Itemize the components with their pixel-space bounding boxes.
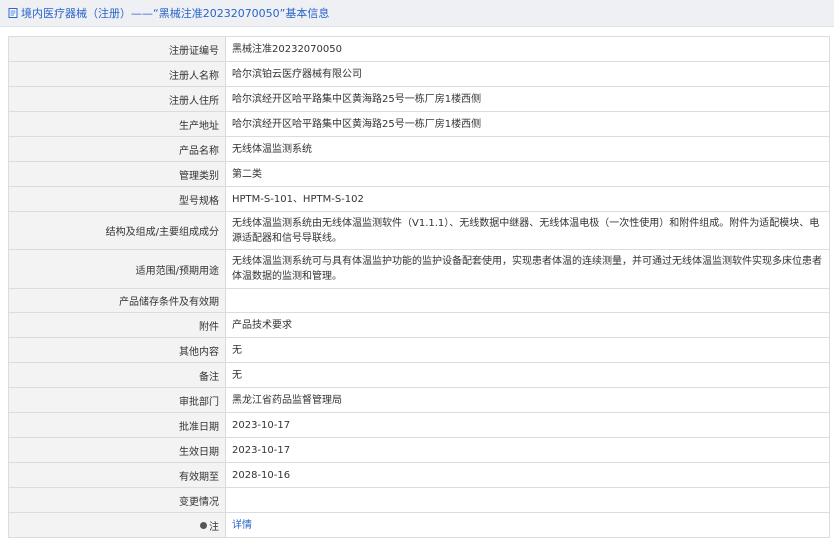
row-label: 变更情况: [8, 487, 226, 513]
row-label: 注册证编号: [8, 36, 226, 62]
row-label: 适用范围/预期用途: [8, 249, 226, 289]
row-value: 2028-10-16: [225, 462, 830, 488]
row-label: 审批部门: [8, 387, 226, 413]
row-label: 备注: [8, 362, 226, 388]
page-header: 境内医疗器械（注册）——“黑械注准20232070050”基本信息: [0, 0, 834, 27]
row-value: 第二类: [225, 161, 830, 187]
info-table: 注册证编号 黑械注准20232070050 注册人名称 哈尔滨铂云医疗器械有限公…: [8, 36, 830, 538]
row-label: 生产地址: [8, 111, 226, 137]
details-link[interactable]: 详情: [232, 520, 252, 531]
row-value: 无: [225, 337, 830, 363]
row-value: 无线体温监测系统由无线体温监测软件（V1.1.1）、无线数据中继器、无线体温电极…: [225, 211, 830, 250]
row-label: 产品名称: [8, 136, 226, 162]
row-label: 批准日期: [8, 412, 226, 438]
document-icon: [8, 8, 18, 18]
row-label: 附件: [8, 312, 226, 338]
note-label: 注: [8, 512, 226, 538]
row-value: 黑械注准20232070050: [225, 36, 830, 62]
table-row: 注 详情: [8, 512, 830, 538]
row-label: 其他内容: [8, 337, 226, 363]
row-label: 注册人名称: [8, 61, 226, 87]
row-value: 无线体温监测系统可与具有体温监护功能的监护设备配套使用，实现患者体温的连续测量，…: [225, 249, 830, 289]
page-title: 境内医疗器械（注册）——“黑械注准20232070050”基本信息: [21, 7, 330, 20]
row-label: 生效日期: [8, 437, 226, 463]
row-value: 2023-10-17: [225, 412, 830, 438]
table-row: 管理类别 第二类: [8, 161, 830, 187]
table-row: 变更情况: [8, 487, 830, 513]
table-row: 注册证编号 黑械注准20232070050: [8, 36, 830, 62]
row-value: HPTM-S-101、HPTM-S-102: [225, 186, 830, 212]
table-row: 注册人名称 哈尔滨铂云医疗器械有限公司: [8, 61, 830, 87]
table-row: 产品储存条件及有效期: [8, 288, 830, 313]
row-value: 2023-10-17: [225, 437, 830, 463]
row-label: 型号规格: [8, 186, 226, 212]
row-label: 管理类别: [8, 161, 226, 187]
row-value: 产品技术要求: [225, 312, 830, 338]
table-row: 有效期至 2028-10-16: [8, 462, 830, 488]
table-row: 生产地址 哈尔滨经开区哈平路集中区黄海路25号一栋厂房1楼西侧: [8, 111, 830, 137]
row-value: 无线体温监测系统: [225, 136, 830, 162]
pin-icon: [200, 522, 207, 529]
table-row: 备注 无: [8, 362, 830, 388]
row-label: 结构及组成/主要组成成分: [8, 211, 226, 250]
table-row: 批准日期 2023-10-17: [8, 412, 830, 438]
row-label: 产品储存条件及有效期: [8, 288, 226, 313]
table-row: 其他内容 无: [8, 337, 830, 363]
table-row: 注册人住所 哈尔滨经开区哈平路集中区黄海路25号一栋厂房1楼西侧: [8, 86, 830, 112]
row-value: 无: [225, 362, 830, 388]
row-value: [225, 288, 830, 313]
table-row: 型号规格 HPTM-S-101、HPTM-S-102: [8, 186, 830, 212]
row-value: 哈尔滨经开区哈平路集中区黄海路25号一栋厂房1楼西侧: [225, 111, 830, 137]
row-value: 黑龙江省药品监督管理局: [225, 387, 830, 413]
row-value: 哈尔滨铂云医疗器械有限公司: [225, 61, 830, 87]
row-label: 有效期至: [8, 462, 226, 488]
table-row: 适用范围/预期用途 无线体温监测系统可与具有体温监护功能的监护设备配套使用，实现…: [8, 249, 830, 289]
table-row: 附件 产品技术要求: [8, 312, 830, 338]
table-row: 产品名称 无线体温监测系统: [8, 136, 830, 162]
row-value: 详情: [225, 512, 830, 538]
table-row: 审批部门 黑龙江省药品监督管理局: [8, 387, 830, 413]
row-value: [225, 487, 830, 513]
row-label: 注: [209, 521, 219, 533]
row-label: 注册人住所: [8, 86, 226, 112]
row-value: 哈尔滨经开区哈平路集中区黄海路25号一栋厂房1楼西侧: [225, 86, 830, 112]
table-row: 生效日期 2023-10-17: [8, 437, 830, 463]
table-row: 结构及组成/主要组成成分 无线体温监测系统由无线体温监测软件（V1.1.1）、无…: [8, 211, 830, 250]
